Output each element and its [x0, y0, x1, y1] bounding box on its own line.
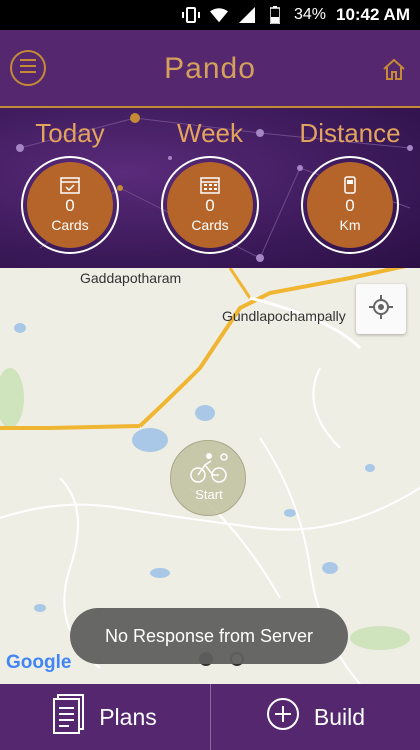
battery-icon	[266, 6, 284, 24]
app-bar: Pando	[0, 30, 420, 108]
signal-icon	[238, 6, 256, 24]
wifi-icon	[209, 6, 228, 24]
stat-ring: 0 Cards	[161, 156, 259, 254]
stat-today: Today 0 Cards	[0, 108, 140, 268]
vibrate-icon	[181, 6, 200, 24]
calendar-grid-icon	[200, 176, 220, 194]
stat-distance: Distance 0 Km	[280, 108, 420, 268]
stat-value: 0	[345, 196, 355, 215]
crosshair-icon	[369, 294, 393, 324]
stat-title: Week	[177, 118, 243, 148]
build-button[interactable]: Build	[210, 684, 420, 750]
toast-message: No Response from Server	[70, 608, 348, 664]
start-marker[interactable]: Start	[170, 440, 246, 516]
stat-title: Today	[35, 118, 105, 148]
cyclist-icon	[189, 451, 229, 490]
document-icon	[53, 694, 85, 740]
home-button[interactable]	[382, 57, 406, 81]
stat-ring: 0 Cards	[21, 156, 119, 254]
map-label-gundlapochampally: Gundlapochampally	[222, 308, 346, 324]
plans-label: Plans	[99, 703, 157, 730]
hamburger-icon	[20, 58, 36, 78]
status-bar: 34% 10:42 AM	[0, 0, 420, 30]
stat-week: Week 0 Cards	[140, 108, 280, 268]
stat-disc: 0 Cards	[27, 162, 113, 248]
my-location-button[interactable]	[356, 284, 406, 334]
stat-unit: Cards	[51, 217, 89, 233]
clock: 10:42 AM	[335, 5, 410, 24]
start-label: Start	[195, 487, 223, 502]
stat-disc: 0 Cards	[167, 162, 253, 248]
build-label: Build	[313, 703, 366, 730]
stat-value: 0	[205, 196, 215, 215]
plus-circle-icon	[266, 697, 300, 737]
stats-panel: Today 0 Cards Week 0 Cards Distance 0 Km	[0, 108, 420, 268]
fuel-pump-icon	[340, 176, 360, 194]
google-logo: Google	[6, 652, 72, 673]
map-label-gaddapotharam: Gaddapotharam	[80, 270, 182, 286]
map-view[interactable]: Gaddapotharam Gundlapochampally Start Go…	[0, 268, 420, 684]
plans-button[interactable]: Plans	[0, 684, 210, 750]
app-title: Pando	[164, 52, 256, 85]
calendar-check-icon	[60, 176, 80, 194]
stat-unit: Km	[339, 217, 361, 233]
menu-button[interactable]	[10, 50, 46, 86]
stat-disc: 0 Km	[307, 162, 393, 248]
stat-unit: Cards	[191, 217, 229, 233]
stat-value: 0	[65, 196, 75, 215]
stat-title: Distance	[299, 118, 401, 148]
stat-ring: 0 Km	[301, 156, 399, 254]
battery-percent: 34%	[293, 6, 326, 23]
home-icon	[382, 58, 406, 85]
bottom-bar: Plans Build	[0, 684, 420, 750]
